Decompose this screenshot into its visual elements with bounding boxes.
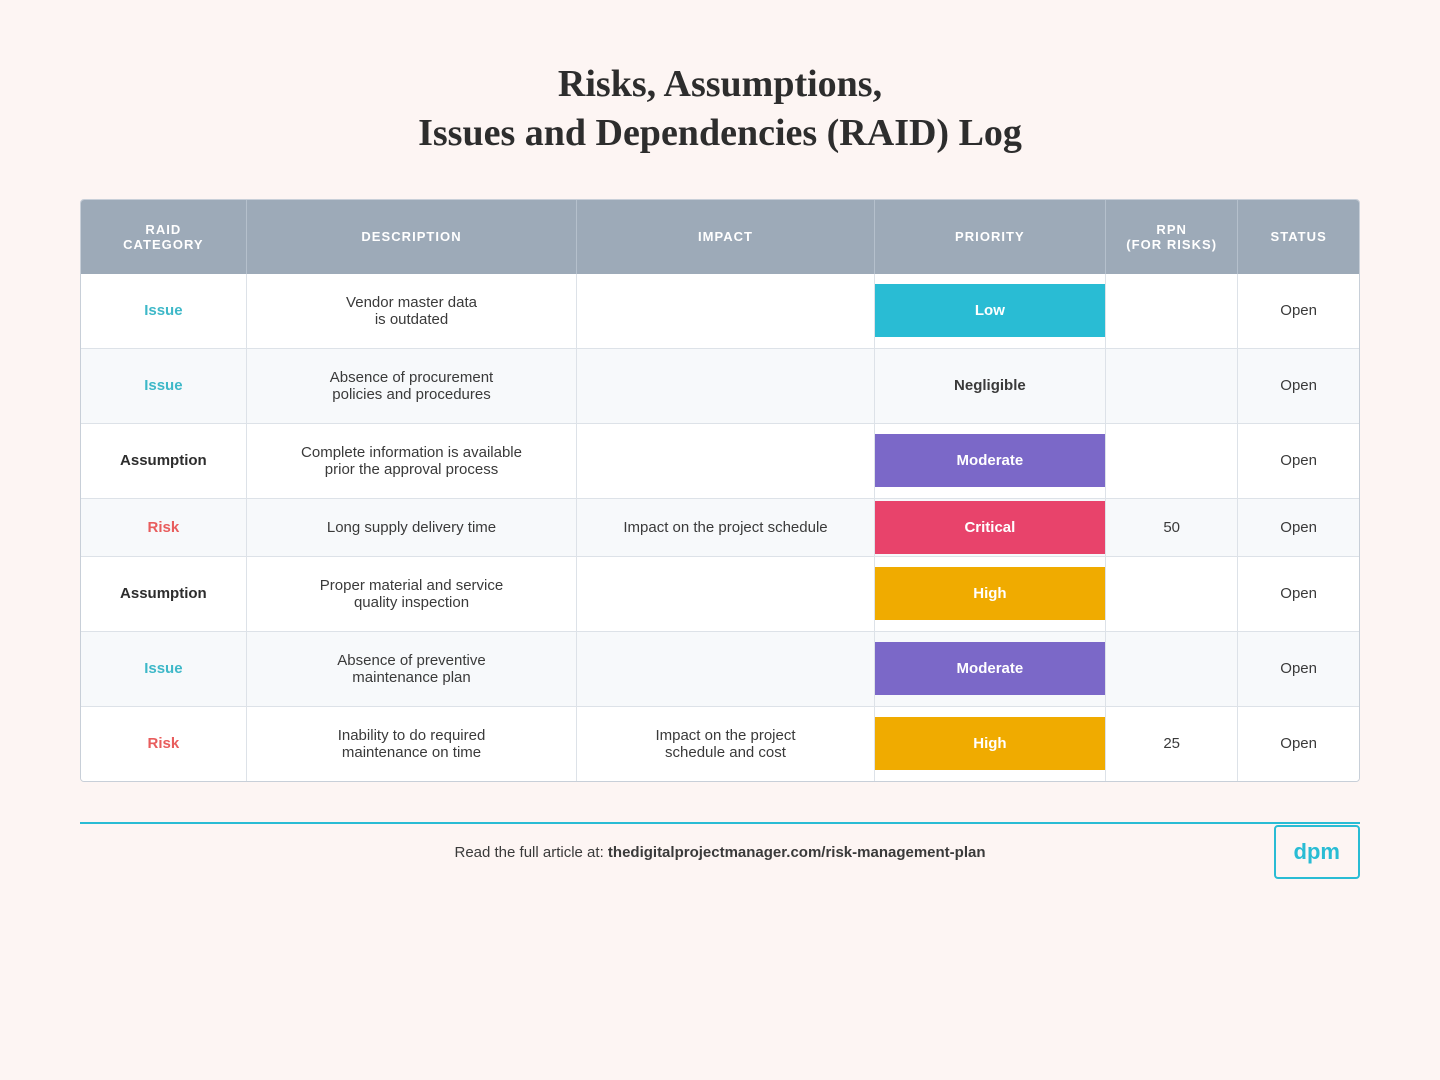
category-cell: Issue	[81, 348, 246, 423]
rpn-cell	[1106, 556, 1238, 631]
footer-prefix: Read the full article at:	[454, 844, 607, 861]
impact-cell	[577, 423, 874, 498]
raid-table-wrapper: RAID CATEGORY DESCRIPTION IMPACT PRIORIT…	[80, 199, 1360, 782]
header-raid-category: RAID CATEGORY	[81, 200, 246, 274]
priority-cell: Low	[874, 274, 1105, 349]
priority-cell: Moderate	[874, 631, 1105, 706]
header-row: RAID CATEGORY DESCRIPTION IMPACT PRIORIT…	[81, 200, 1359, 274]
category-cell: Risk	[81, 498, 246, 556]
priority-cell: High	[874, 556, 1105, 631]
impact-cell	[577, 556, 874, 631]
header-description: DESCRIPTION	[246, 200, 577, 274]
rpn-cell	[1106, 274, 1238, 349]
priority-badge: Negligible	[875, 359, 1105, 412]
category-label: Assumption	[120, 585, 207, 602]
description-cell: Vendor master data is outdated	[246, 274, 577, 349]
raid-table: RAID CATEGORY DESCRIPTION IMPACT PRIORIT…	[81, 200, 1359, 781]
rpn-cell: 25	[1106, 706, 1238, 781]
priority-cell: Critical	[874, 498, 1105, 556]
priority-badge: High	[875, 717, 1105, 770]
table-row: Issue Vendor master data is outdated Low Op…	[81, 274, 1359, 349]
category-label: Risk	[148, 519, 180, 536]
priority-badge: Moderate	[875, 434, 1105, 487]
impact-cell: Impact on the project schedule	[577, 498, 874, 556]
status-cell: Open	[1238, 556, 1359, 631]
category-label: Issue	[144, 377, 182, 394]
dpm-logo: dpm	[1274, 825, 1360, 879]
category-cell: Issue	[81, 274, 246, 349]
priority-cell: High	[874, 706, 1105, 781]
impact-cell: Impact on the project schedule and cost	[577, 706, 874, 781]
status-cell: Open	[1238, 706, 1359, 781]
impact-cell	[577, 631, 874, 706]
impact-cell	[577, 274, 874, 349]
title-line1: Risks, Assumptions,	[558, 63, 882, 105]
category-cell: Risk	[81, 706, 246, 781]
header-status: STATUS	[1238, 200, 1359, 274]
title-line2: Issues and Dependencies (RAID) Log	[418, 112, 1022, 154]
category-label: Assumption	[120, 452, 207, 469]
rpn-cell	[1106, 631, 1238, 706]
priority-cell: Negligible	[874, 348, 1105, 423]
table-row: Issue Absence of preventive maintenance p…	[81, 631, 1359, 706]
description-cell: Absence of procurement policies and proc…	[246, 348, 577, 423]
header-rpn: RPN (FOR RISKS)	[1106, 200, 1238, 274]
status-cell: Open	[1238, 348, 1359, 423]
priority-badge: Critical	[875, 501, 1105, 554]
header-priority: PRIORITY	[874, 200, 1105, 274]
table-row: Issue Absence of procurement policies and…	[81, 348, 1359, 423]
rpn-cell	[1106, 423, 1238, 498]
table-row: Assumption Proper material and service qu…	[81, 556, 1359, 631]
table-body: Issue Vendor master data is outdated Low Op…	[81, 274, 1359, 781]
rpn-cell: 50	[1106, 498, 1238, 556]
footer-text: Read the full article at: thedigitalproj…	[454, 844, 985, 861]
priority-badge: High	[875, 567, 1105, 620]
priority-cell: Moderate	[874, 423, 1105, 498]
category-cell: Assumption	[81, 556, 246, 631]
priority-badge: Low	[875, 284, 1105, 337]
status-cell: Open	[1238, 274, 1359, 349]
rpn-cell	[1106, 348, 1238, 423]
page-title: Risks, Assumptions, Issues and Dependenc…	[418, 60, 1022, 159]
footer-link: thedigitalprojectmanager.com/risk-manage…	[608, 844, 986, 861]
header-impact: IMPACT	[577, 200, 874, 274]
category-cell: Assumption	[81, 423, 246, 498]
status-cell: Open	[1238, 631, 1359, 706]
description-cell: Long supply delivery time	[246, 498, 577, 556]
category-label: Issue	[144, 302, 182, 319]
category-label: Issue	[144, 660, 182, 677]
table-row: Risk Inability to do required maintenance…	[81, 706, 1359, 781]
description-cell: Proper material and service quality insp…	[246, 556, 577, 631]
table-row: Risk Long supply delivery timeImpact on t…	[81, 498, 1359, 556]
category-cell: Issue	[81, 631, 246, 706]
table-row: Assumption Complete information is availa…	[81, 423, 1359, 498]
category-label: Risk	[148, 735, 180, 752]
impact-cell	[577, 348, 874, 423]
status-cell: Open	[1238, 423, 1359, 498]
description-cell: Inability to do required maintenance on …	[246, 706, 577, 781]
footer: Read the full article at: thedigitalproj…	[80, 822, 1360, 861]
table-header: RAID CATEGORY DESCRIPTION IMPACT PRIORIT…	[81, 200, 1359, 274]
description-cell: Complete information is available prior …	[246, 423, 577, 498]
priority-badge: Moderate	[875, 642, 1105, 695]
status-cell: Open	[1238, 498, 1359, 556]
description-cell: Absence of preventive maintenance plan	[246, 631, 577, 706]
